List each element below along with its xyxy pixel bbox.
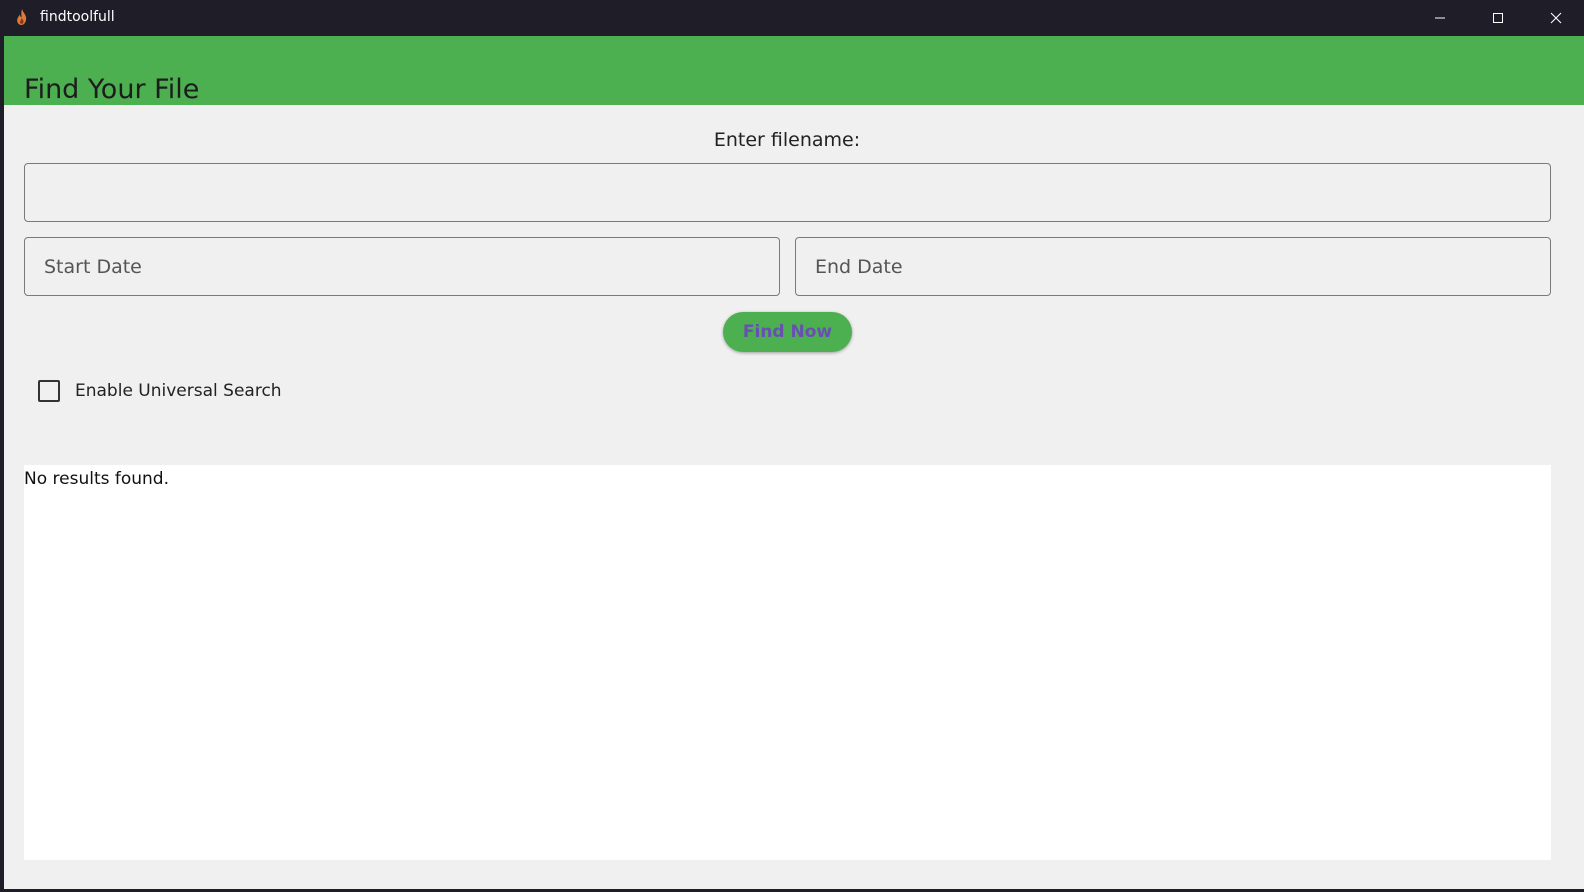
find-now-button[interactable]: Find Now (723, 312, 852, 352)
filename-label: Enter filename: (713, 129, 861, 151)
end-date-field[interactable] (795, 237, 1551, 296)
maximize-button[interactable] (1469, 0, 1527, 35)
app-header-bar: Find Your File (4, 36, 1584, 105)
universal-search-label: Enable Universal Search (75, 381, 282, 401)
universal-search-checkbox[interactable] (38, 380, 60, 402)
minimize-icon (1435, 17, 1445, 18)
window-title: findtoolfull (40, 9, 115, 25)
universal-search-option[interactable]: Enable Universal Search (38, 379, 282, 403)
maximize-icon (1493, 12, 1503, 23)
filename-input[interactable] (24, 163, 1551, 222)
minimize-button[interactable] (1411, 0, 1469, 35)
title-bar[interactable]: findtoolfull (0, 0, 1584, 35)
app-content: Find Your File Enter filename: Find Now … (4, 36, 1584, 889)
results-panel: No results found. (24, 465, 1551, 860)
close-icon (1550, 12, 1562, 23)
start-date-field[interactable] (24, 237, 780, 296)
page-title: Find Your File (24, 74, 200, 106)
close-button[interactable] (1527, 0, 1584, 35)
results-message: No results found. (24, 469, 170, 489)
flame-icon (16, 9, 28, 25)
app-window: findtoolfull Find Your File Enter filena… (0, 0, 1584, 892)
